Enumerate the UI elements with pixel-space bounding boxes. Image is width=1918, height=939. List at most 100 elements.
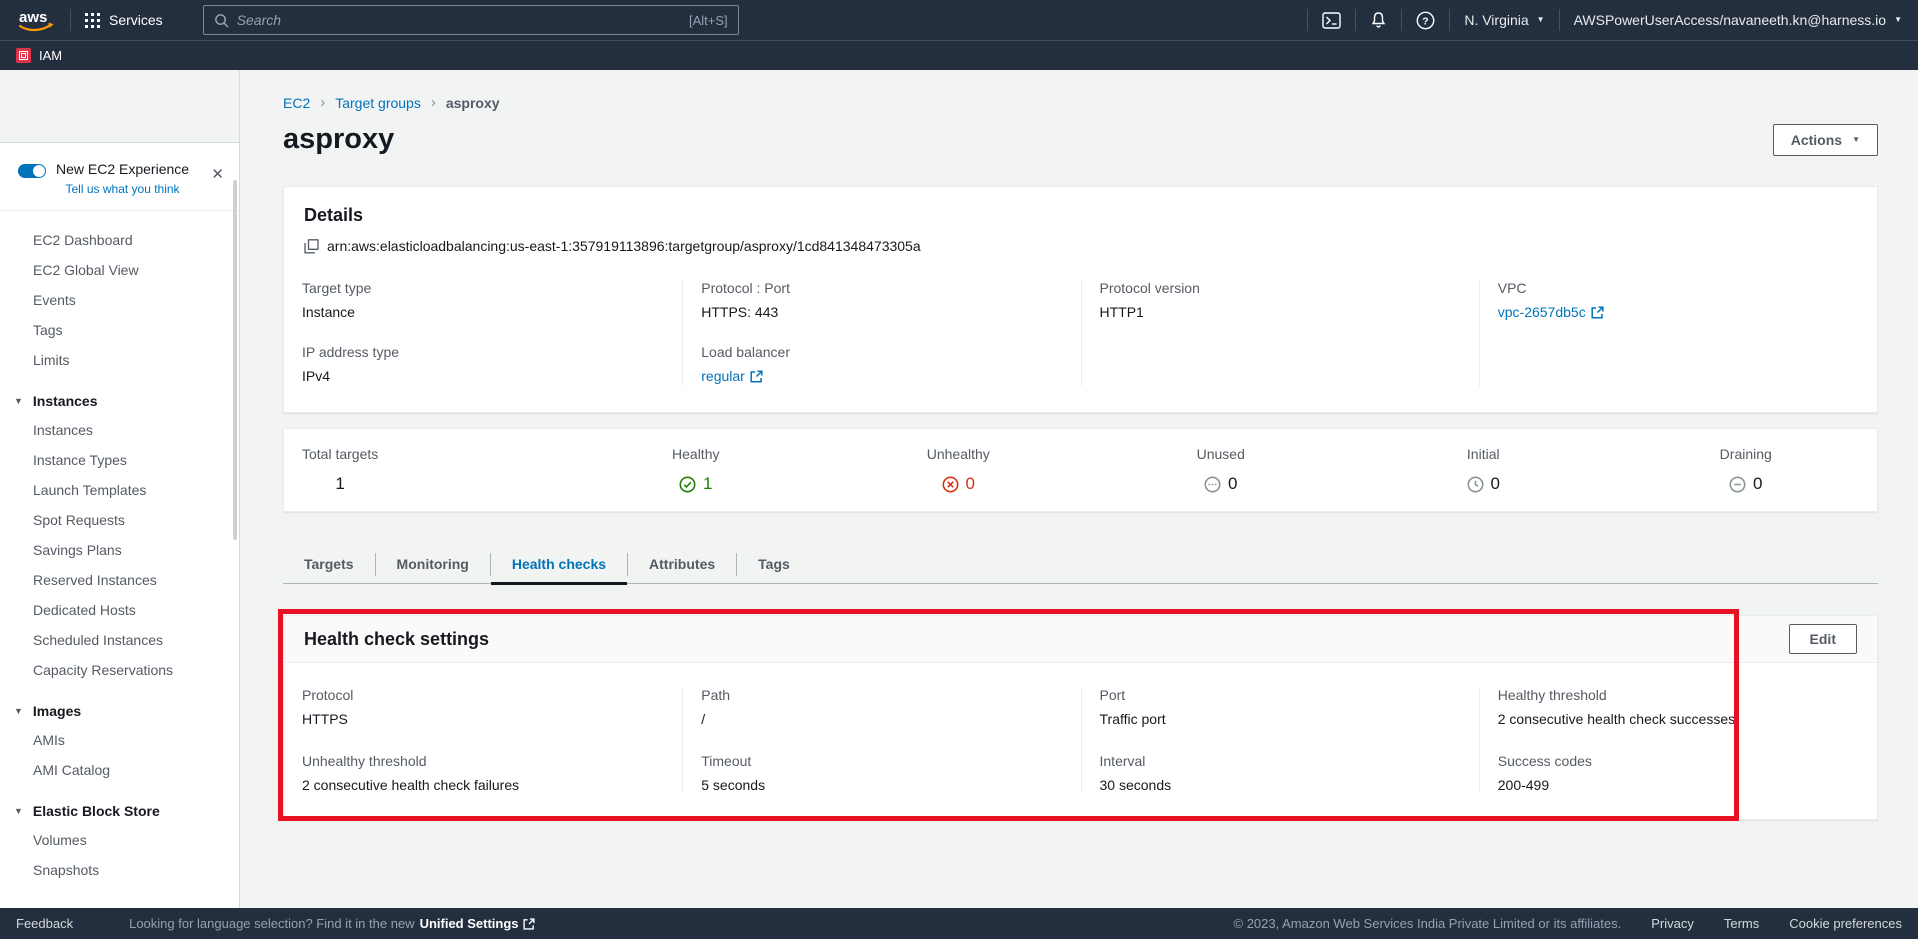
cookie-preferences-link[interactable]: Cookie preferences [1789,916,1902,931]
tell-us-link[interactable]: Tell us what you think [56,182,189,196]
terms-link[interactable]: Terms [1724,916,1759,931]
load-balancer-link[interactable]: regular [701,368,763,384]
sidebar-item-ami-catalog[interactable]: AMI Catalog [0,755,239,785]
external-link-icon [1591,306,1604,319]
new-ec2-experience-toggle[interactable] [18,164,46,178]
search-shortcut-hint: [Alt+S] [689,13,728,28]
sidebar-section-elastic-block-store[interactable]: ▼ Elastic Block Store [0,797,239,825]
field-value: Instance [302,304,664,320]
field-label: Timeout [701,753,1062,769]
tab-health-checks[interactable]: Health checks [491,546,627,583]
account-label: AWSPowerUserAccess/navaneeth.kn@harness.… [1574,12,1887,28]
sidebar-section-instances[interactable]: ▼ Instances [0,387,239,415]
svg-text:?: ? [1423,15,1429,27]
sidebar-item-ec2-global-view[interactable]: EC2 Global View [0,255,239,285]
sidebar-item-dedicated-hosts[interactable]: Dedicated Hosts [0,595,239,625]
edit-button[interactable]: Edit [1789,624,1857,654]
privacy-link[interactable]: Privacy [1651,916,1694,931]
help-button[interactable]: ? [1416,11,1435,30]
field-value: HTTPS: 443 [701,304,1062,320]
search-box[interactable]: [Alt+S] [203,5,739,35]
sidebar-item-instance-types[interactable]: Instance Types [0,445,239,475]
sidebar-item-snapshots[interactable]: Snapshots [0,855,239,885]
footer-legal: © 2023, Amazon Web Services India Privat… [1234,916,1902,931]
sidebar-item-tags[interactable]: Tags [0,315,239,345]
tab-targets[interactable]: Targets [283,546,375,583]
sidebar-item-savings-plans[interactable]: Savings Plans [0,535,239,565]
field-label: VPC [1498,280,1859,296]
tab-monitoring[interactable]: Monitoring [376,546,490,583]
region-selector[interactable]: N. Virginia ▼ [1464,12,1544,28]
services-label: Services [109,12,163,28]
target-stats-card: Total targets 1 Healthy 1 Unhea [283,428,1878,512]
tab-bar: Targets Monitoring Health checks Attribu… [283,546,1878,584]
stat-unused: Unused 0 [1090,446,1353,494]
health-check-settings-card: Health check settings Edit Protocol HTTP… [283,615,1878,820]
copy-icon [304,239,319,254]
tab-tags[interactable]: Tags [737,546,811,583]
triangle-down-icon: ▼ [14,706,23,716]
sidebar-item-instances[interactable]: Instances [0,415,239,445]
breadcrumb-chevron-icon: › [320,94,325,111]
field-value: 200-499 [1498,777,1859,793]
field-value: HTTPS [302,711,664,727]
sidebar-item-spot-requests[interactable]: Spot Requests [0,505,239,535]
sidebar-item-events[interactable]: Events [0,285,239,315]
tab-attributes[interactable]: Attributes [628,546,736,583]
account-menu[interactable]: AWSPowerUserAccess/navaneeth.kn@harness.… [1574,12,1902,28]
sidebar-section-images[interactable]: ▼ Images [0,697,239,725]
chevron-down-icon: ▼ [1894,16,1902,24]
top-navigation-bar: aws Services [Alt+S] [0,0,1918,40]
feedback-link[interactable]: Feedback [16,916,73,931]
details-heading: Details [304,205,1857,226]
stat-draining: Draining 0 [1615,446,1878,494]
stat-unhealthy: Unhealthy 0 [827,446,1090,494]
field-label: Success codes [1498,753,1859,769]
cloudshell-button[interactable] [1322,12,1341,29]
topbar-right: ? N. Virginia ▼ AWSPowerUserAccess/navan… [1293,9,1902,31]
external-link-icon [750,370,763,383]
health-check-heading: Health check settings [304,629,489,650]
sidebar-item-limits[interactable]: Limits [0,345,239,375]
sidebar-item-ec2-dashboard[interactable]: EC2 Dashboard [0,225,239,255]
sidebar-item-volumes[interactable]: Volumes [0,825,239,855]
dots-circle-icon [1204,476,1221,493]
field-label: Protocol [302,687,664,703]
check-circle-icon [679,476,696,493]
sidebar-scrollbar[interactable] [233,180,237,540]
health-check-section: Health check settings Edit Protocol HTTP… [283,615,1878,820]
unified-settings-link[interactable]: Unified Settings [420,916,535,931]
health-check-grid: Protocol HTTPS Unhealthy threshold 2 con… [284,663,1877,819]
svg-text:aws: aws [19,9,47,26]
topbar-divider [1355,9,1356,31]
services-menu-button[interactable]: Services [85,12,163,28]
sidebar-item-reserved-instances[interactable]: Reserved Instances [0,565,239,595]
copy-arn-button[interactable] [304,239,319,254]
favorite-iam-link[interactable]: IAM [16,48,62,63]
sidebar-item-capacity-reservations[interactable]: Capacity Reservations [0,655,239,685]
sidebar-item-scheduled-instances[interactable]: Scheduled Instances [0,625,239,655]
actions-button[interactable]: Actions ▼ [1773,124,1878,156]
field-label: Protocol version [1100,280,1461,296]
sidebar-item-amis[interactable]: AMIs [0,725,239,755]
topbar-left: aws Services [Alt+S] [16,5,1293,35]
aws-logo[interactable]: aws [16,7,56,33]
breadcrumb-current: asproxy [446,95,500,111]
search-input[interactable] [237,12,681,28]
sidebar-item-launch-templates[interactable]: Launch Templates [0,475,239,505]
stat-initial: Initial 0 [1352,446,1615,494]
field-label: Path [701,687,1062,703]
topbar-divider [1401,9,1402,31]
field-label: Unhealthy threshold [302,753,664,769]
breadcrumb-target-groups[interactable]: Target groups [335,95,421,111]
field-value: 2 consecutive health check successes [1498,711,1859,727]
field-value: Traffic port [1100,711,1461,727]
close-icon[interactable]: ✕ [211,165,224,183]
notifications-button[interactable] [1370,11,1387,29]
breadcrumb-ec2[interactable]: EC2 [283,95,310,111]
stat-healthy: Healthy 1 [565,446,828,494]
stat-total-targets: Total targets 1 [284,446,565,494]
vpc-link[interactable]: vpc-2657db5c [1498,304,1604,320]
bell-icon [1370,11,1387,29]
field-label: IP address type [302,344,664,360]
